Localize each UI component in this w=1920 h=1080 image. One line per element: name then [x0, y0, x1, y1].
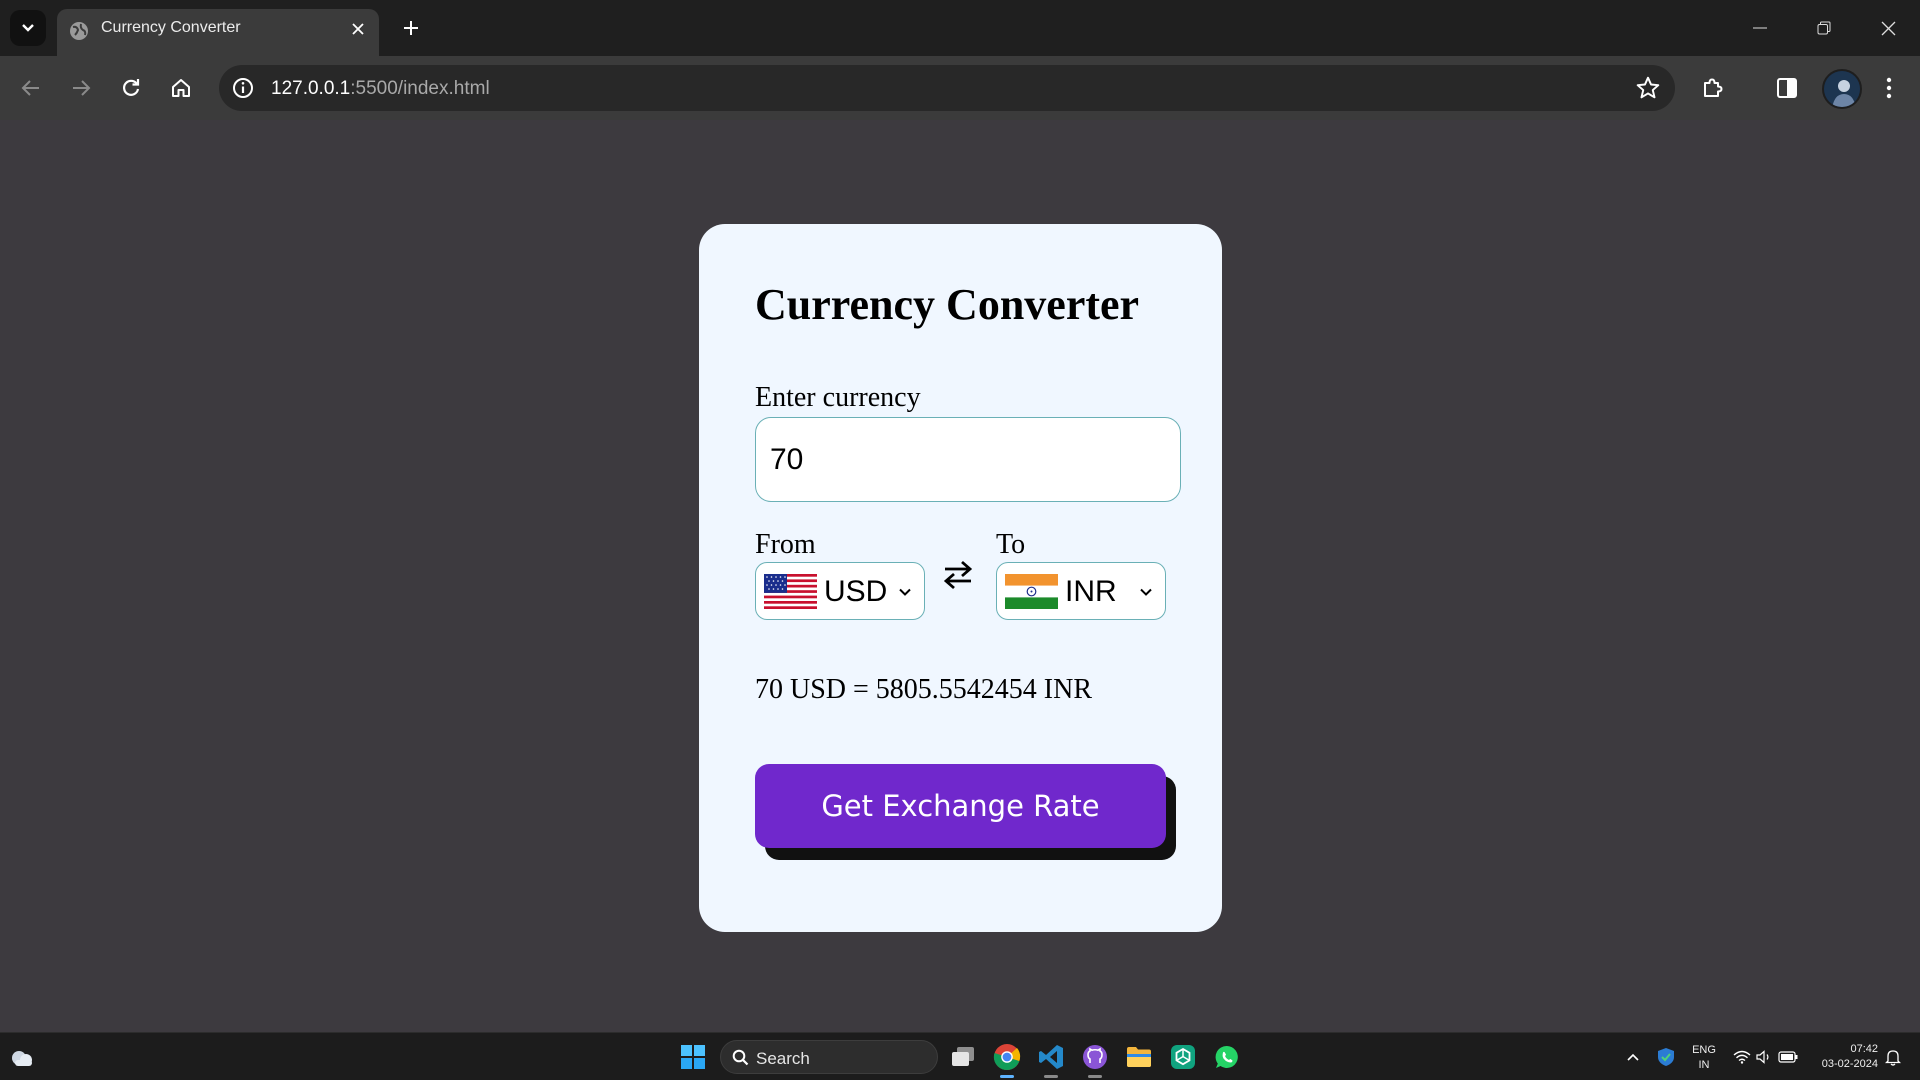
- close-window-icon: [1881, 21, 1895, 35]
- to-label: To: [996, 529, 1026, 560]
- site-info-icon: [233, 78, 253, 98]
- taskbar-file-explorer[interactable]: [1123, 1041, 1155, 1073]
- page-title: Currency Converter: [755, 280, 1140, 329]
- tab-currency-converter[interactable]: Currency Converter: [57, 9, 379, 56]
- close-window-button[interactable]: [1856, 0, 1920, 56]
- start-button[interactable]: [677, 1041, 709, 1073]
- address-bar[interactable]: 127.0.0.1:5500/index.html: [219, 65, 1675, 111]
- close-icon: [352, 23, 364, 35]
- forward-arrow-icon: [73, 80, 91, 96]
- tab-title: Currency Converter: [101, 19, 241, 36]
- minimize-icon: [1753, 27, 1767, 29]
- taskbar-search[interactable]: Search: [720, 1040, 938, 1074]
- url-host: 127.0.0.1: [271, 78, 351, 99]
- tray-chevron-icon: [1627, 1053, 1639, 1061]
- browser-tab-bar: Currency Converter: [0, 0, 1920, 56]
- extensions-icon: [1704, 78, 1723, 97]
- restore-icon: [1817, 21, 1831, 35]
- chatgpt-icon: [1171, 1045, 1195, 1069]
- file-explorer-icon: [1127, 1047, 1151, 1067]
- taskbar-whatsapp[interactable]: [1211, 1041, 1243, 1073]
- extensions-button[interactable]: [1694, 69, 1732, 107]
- star-icon[interactable]: [1635, 75, 1661, 101]
- url-path: :5500/index.html: [350, 78, 490, 99]
- menu-dots-icon: [1886, 77, 1892, 99]
- vscode-icon: [1039, 1045, 1063, 1069]
- clock-time: 07:42: [1850, 1043, 1878, 1055]
- language-code: ENG: [1692, 1044, 1716, 1056]
- tab-search-chevron-icon: [22, 24, 34, 32]
- taskbar-vscode[interactable]: [1035, 1041, 1067, 1073]
- back-arrow-icon: [21, 80, 39, 96]
- github-icon: [1083, 1045, 1107, 1069]
- reload-icon: [123, 79, 140, 96]
- taskbar-github[interactable]: [1079, 1041, 1111, 1073]
- side-panel-icon: [1777, 78, 1797, 98]
- from-currency-select[interactable]: USD: [755, 562, 925, 620]
- conversion-result: 70 USD = 5805.5542454 INR: [755, 674, 1093, 705]
- new-tab-button[interactable]: [396, 13, 426, 43]
- chrome-icon: [993, 1044, 1021, 1071]
- amount-label: Enter currency: [755, 382, 921, 413]
- volume-icon: [1756, 1050, 1769, 1064]
- weather-widget[interactable]: [6, 1041, 38, 1073]
- chevron-down-icon: [899, 588, 911, 596]
- get-exchange-rate-button[interactable]: Get Exchange Rate: [755, 764, 1166, 848]
- tab-close-button[interactable]: [347, 18, 369, 40]
- converter-card: Currency Converter Enter currency From U…: [699, 224, 1222, 932]
- defender-icon: [1658, 1048, 1674, 1066]
- tray-clock[interactable]: 07:42 03-02-2024: [1806, 1042, 1878, 1072]
- reload-button[interactable]: [112, 69, 150, 107]
- browser-menu-button[interactable]: [1870, 69, 1908, 107]
- task-view-button[interactable]: [947, 1041, 979, 1073]
- back-button[interactable]: [12, 69, 50, 107]
- to-currency-select[interactable]: INR: [996, 562, 1166, 620]
- profile-avatar[interactable]: [1822, 69, 1862, 109]
- chrome-active-indicator: [1000, 1075, 1014, 1078]
- vscode-running-indicator: [1044, 1075, 1058, 1078]
- search-icon: [732, 1049, 749, 1066]
- from-label: From: [755, 529, 816, 560]
- us-flag-icon: [764, 574, 817, 609]
- tab-search-button[interactable]: [10, 10, 46, 46]
- chevron-down-icon: [1140, 588, 1152, 596]
- github-running-indicator: [1088, 1075, 1102, 1078]
- to-currency-code: INR: [1065, 575, 1117, 608]
- india-flag-icon: [1005, 574, 1058, 609]
- taskbar-search-label: Search: [756, 1049, 810, 1068]
- notification-bell-icon: [1885, 1050, 1901, 1066]
- windows-taskbar: Search ENG IN 07:42 03-02-2024: [0, 1032, 1920, 1080]
- minimize-button[interactable]: [1728, 0, 1792, 56]
- url-text[interactable]: 127.0.0.1:5500/index.html: [271, 78, 490, 100]
- tray-defender[interactable]: [1650, 1041, 1682, 1073]
- browser-toolbar: 127.0.0.1:5500/index.html: [0, 56, 1920, 120]
- taskbar-chrome[interactable]: [991, 1041, 1023, 1073]
- whatsapp-icon: [1215, 1045, 1238, 1068]
- globe-icon: [70, 22, 88, 40]
- plus-icon: [404, 21, 418, 35]
- amount-input[interactable]: [755, 417, 1181, 502]
- forward-button[interactable]: [62, 69, 100, 107]
- language-region: IN: [1698, 1059, 1710, 1071]
- battery-icon: [1778, 1051, 1798, 1063]
- tray-notifications[interactable]: [1877, 1041, 1909, 1073]
- tray-battery[interactable]: [1772, 1041, 1804, 1073]
- taskbar-chatgpt[interactable]: [1167, 1041, 1199, 1073]
- from-currency-code: USD: [824, 575, 888, 608]
- side-panel-button[interactable]: [1768, 69, 1806, 107]
- home-icon: [172, 79, 190, 97]
- swap-arrows-icon[interactable]: [942, 558, 974, 592]
- clock-date: 03-02-2024: [1821, 1058, 1878, 1070]
- tray-language[interactable]: ENG IN: [1690, 1043, 1718, 1073]
- tray-overflow-button[interactable]: [1617, 1041, 1649, 1073]
- windows-start-icon: [681, 1045, 705, 1069]
- restore-button[interactable]: [1792, 0, 1856, 56]
- task-view-icon: [952, 1047, 974, 1066]
- home-button[interactable]: [162, 69, 200, 107]
- weather-icon: [12, 1051, 32, 1066]
